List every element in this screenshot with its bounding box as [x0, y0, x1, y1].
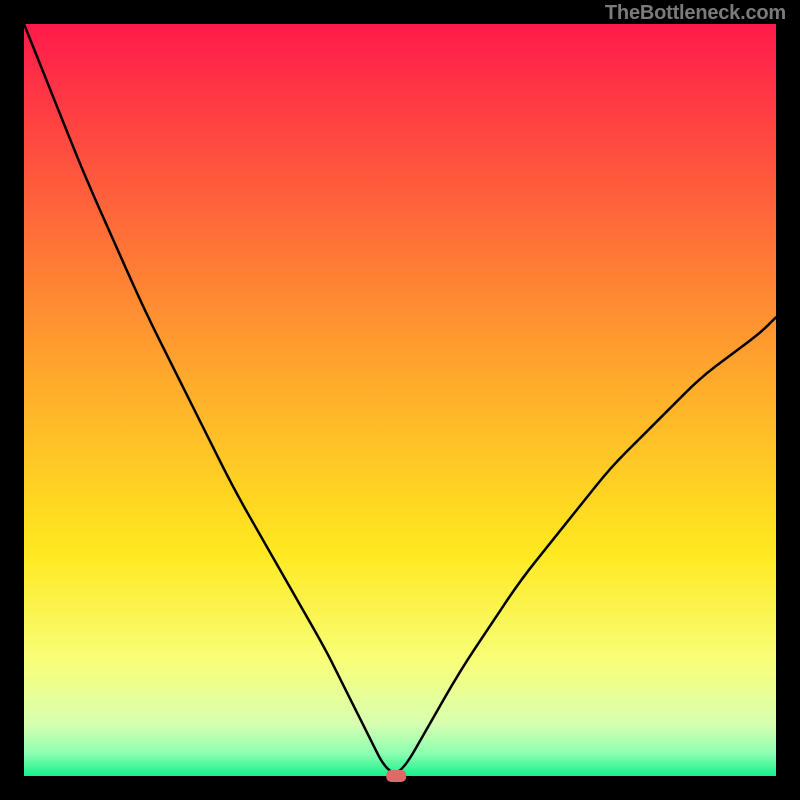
optimal-marker — [386, 770, 406, 782]
watermark-text: TheBottleneck.com — [605, 2, 786, 25]
bottleneck-chart — [0, 0, 800, 800]
chart-frame: TheBottleneck.com — [0, 0, 800, 800]
plot-background — [24, 24, 776, 776]
